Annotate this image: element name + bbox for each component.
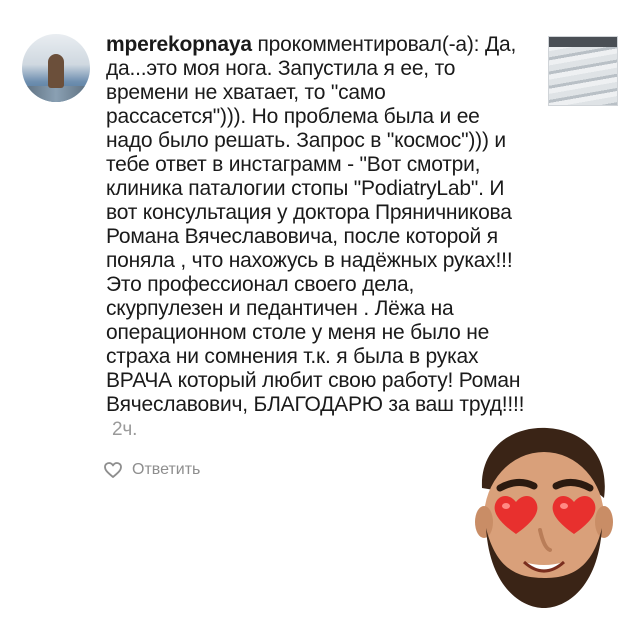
comment-actions: Ответить <box>104 458 200 482</box>
post-thumbnail[interactable] <box>548 36 618 106</box>
reply-button[interactable]: Ответить <box>132 461 200 479</box>
comment-text: Да, да...это моя нога. Запустила я ее, т… <box>106 33 525 416</box>
user-avatar[interactable] <box>22 34 90 102</box>
heart-outline-icon[interactable] <box>104 462 122 478</box>
comment-action-text: прокомментировал(-а): <box>257 33 480 56</box>
thumbnail-header-bar <box>549 37 617 47</box>
memoji-heart-eyes-icon <box>475 427 613 608</box>
avatar-pier-image <box>22 86 90 102</box>
avatar-person-image <box>48 54 64 88</box>
comment-username[interactable]: mperekopnaya <box>106 33 252 56</box>
comment-body: mperekopnaya прокомментировал(-а): Да, д… <box>106 33 526 442</box>
comment-timestamp: 2ч. <box>112 419 138 440</box>
